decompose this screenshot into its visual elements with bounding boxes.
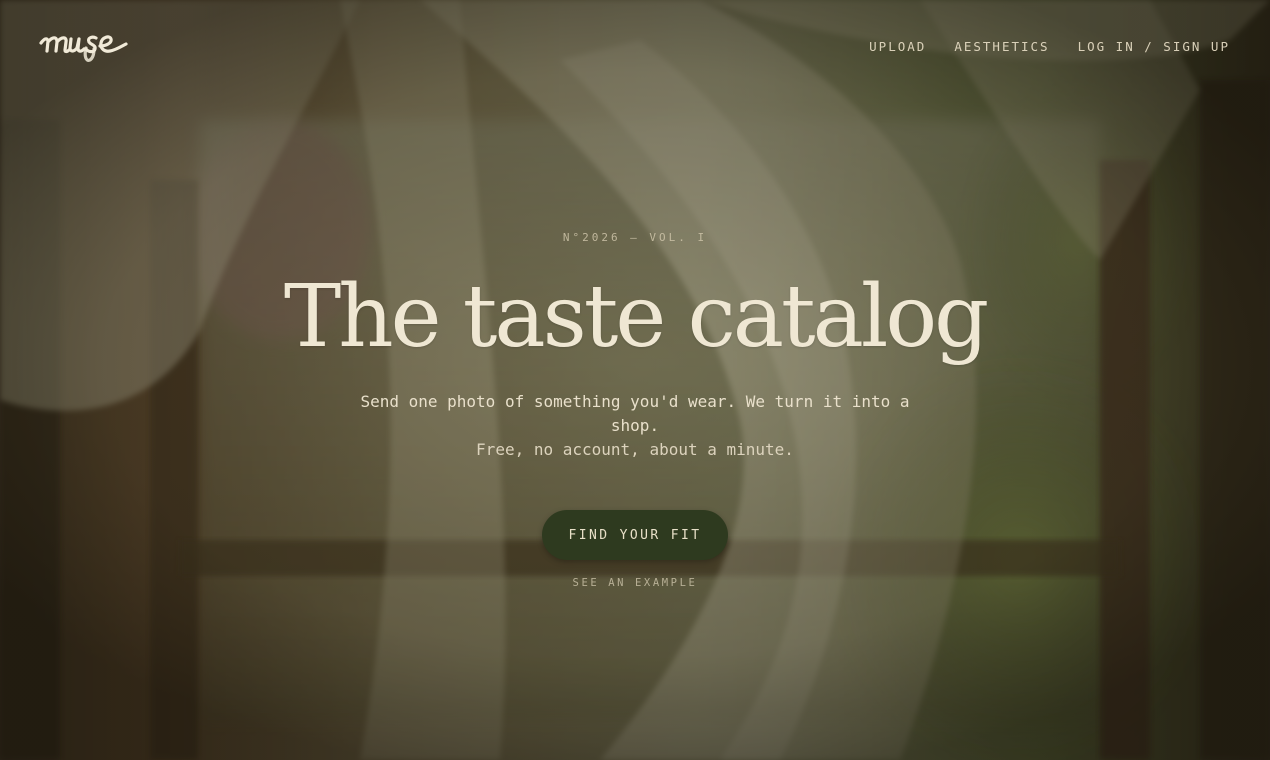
- hero-subtitle: Send one photo of something you'd wear. …: [355, 390, 915, 462]
- muse-logo[interactable]: [38, 24, 164, 68]
- find-your-fit-button[interactable]: FIND YOUR FIT: [542, 510, 728, 560]
- see-example-link[interactable]: SEE AN EXAMPLE: [0, 577, 1270, 589]
- background-curtain-photo: [0, 0, 1270, 760]
- nav-aesthetics[interactable]: AESTHETICS: [954, 39, 1049, 54]
- subtitle-line-1: Send one photo of something you'd wear. …: [360, 392, 910, 435]
- nav-upload[interactable]: UPLOAD: [869, 39, 926, 54]
- subtitle-line-2: Free, no account, about a minute.: [476, 440, 794, 459]
- nav-login-signup[interactable]: LOG IN / SIGN UP: [1078, 39, 1230, 54]
- issue-label: N°2026 — VOL. I: [562, 231, 708, 244]
- top-nav: UPLOAD AESTHETICS LOG IN / SIGN UP: [869, 39, 1230, 54]
- page-title: The taste catalog: [283, 267, 989, 367]
- muse-logo-script: [39, 35, 128, 62]
